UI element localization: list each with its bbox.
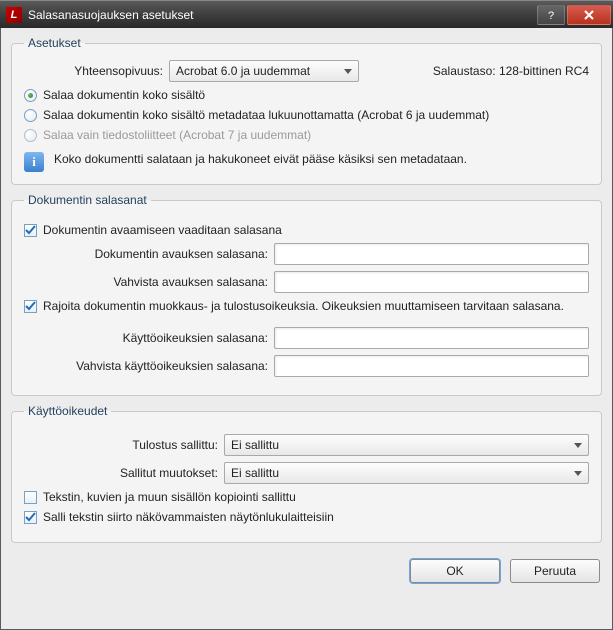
chevron-down-icon (574, 443, 582, 448)
radio-encrypt-attachments: Salaa vain tiedostoliitteet (Acrobat 7 j… (24, 128, 589, 142)
open-pw-confirm-label: Vahvista avauksen salasana: (24, 275, 274, 289)
encryption-level: Salaustaso: 128-bittinen RC4 (433, 64, 589, 78)
info-text: Koko dokumentti salataan ja hakukoneet e… (54, 152, 467, 166)
perm-pw-confirm-label: Vahvista käyttöoikeuksien salasana: (24, 359, 274, 373)
group-settings-legend: Asetukset (24, 36, 85, 50)
open-pw-input[interactable] (274, 243, 589, 265)
print-select[interactable]: Ei sallittu (224, 434, 589, 456)
app-icon: L (6, 7, 22, 23)
svg-text:?: ? (548, 10, 554, 21)
open-pw-confirm-input[interactable] (274, 271, 589, 293)
group-passwords-legend: Dokumentin salasanat (24, 193, 151, 207)
help-button[interactable]: ? (537, 5, 565, 25)
check-allow-copy[interactable]: Tekstin, kuvien ja muun sisällön kopioin… (24, 490, 589, 504)
radio-encrypt-all[interactable]: Salaa dokumentin koko sisältö (24, 88, 589, 102)
info-icon: i (24, 152, 44, 172)
changes-select[interactable]: Ei sallittu (224, 462, 589, 484)
chevron-down-icon (344, 69, 352, 74)
close-button[interactable] (567, 5, 611, 25)
compat-label: Yhteensopivuus: (24, 64, 169, 78)
title-bar: L Salasanasuojauksen asetukset ? (0, 0, 613, 28)
check-restrict-perms[interactable]: Rajoita dokumentin muokkaus- ja tulostus… (24, 299, 589, 313)
cancel-button[interactable]: Peruuta (510, 559, 600, 583)
radio-icon (24, 109, 37, 122)
open-pw-label: Dokumentin avauksen salasana: (24, 247, 274, 261)
chevron-down-icon (574, 471, 582, 476)
print-label: Tulostus sallittu: (24, 438, 224, 452)
dialog-body: Asetukset Yhteensopivuus: Acrobat 6.0 ja… (0, 28, 613, 630)
dialog-footer: OK Peruuta (11, 551, 602, 585)
perm-pw-confirm-input[interactable] (274, 355, 589, 377)
radio-encrypt-no-meta[interactable]: Salaa dokumentin koko sisältö metadataa … (24, 108, 589, 122)
radio-icon (24, 89, 37, 102)
compat-select[interactable]: Acrobat 6.0 ja uudemmat (169, 60, 359, 82)
window-title: Salasanasuojauksen asetukset (28, 8, 535, 22)
group-settings: Asetukset Yhteensopivuus: Acrobat 6.0 ja… (11, 36, 602, 185)
perm-pw-input[interactable] (274, 327, 589, 349)
group-permissions-legend: Käyttöoikeudet (24, 404, 111, 418)
perm-pw-label: Käyttöoikeuksien salasana: (24, 331, 274, 345)
ok-button[interactable]: OK (410, 559, 500, 583)
checkbox-icon (24, 511, 37, 524)
checkbox-icon (24, 224, 37, 237)
check-allow-accessibility[interactable]: Salli tekstin siirto näkövammaisten näyt… (24, 510, 589, 524)
check-require-open-pw[interactable]: Dokumentin avaamiseen vaaditaan salasana (24, 223, 589, 237)
checkbox-icon (24, 491, 37, 504)
changes-label: Sallitut muutokset: (24, 466, 224, 480)
group-passwords: Dokumentin salasanat Dokumentin avaamise… (11, 193, 602, 396)
group-permissions: Käyttöoikeudet Tulostus sallittu: Ei sal… (11, 404, 602, 543)
radio-icon (24, 129, 37, 142)
checkbox-icon (24, 300, 37, 313)
compat-value: Acrobat 6.0 ja uudemmat (176, 64, 310, 78)
